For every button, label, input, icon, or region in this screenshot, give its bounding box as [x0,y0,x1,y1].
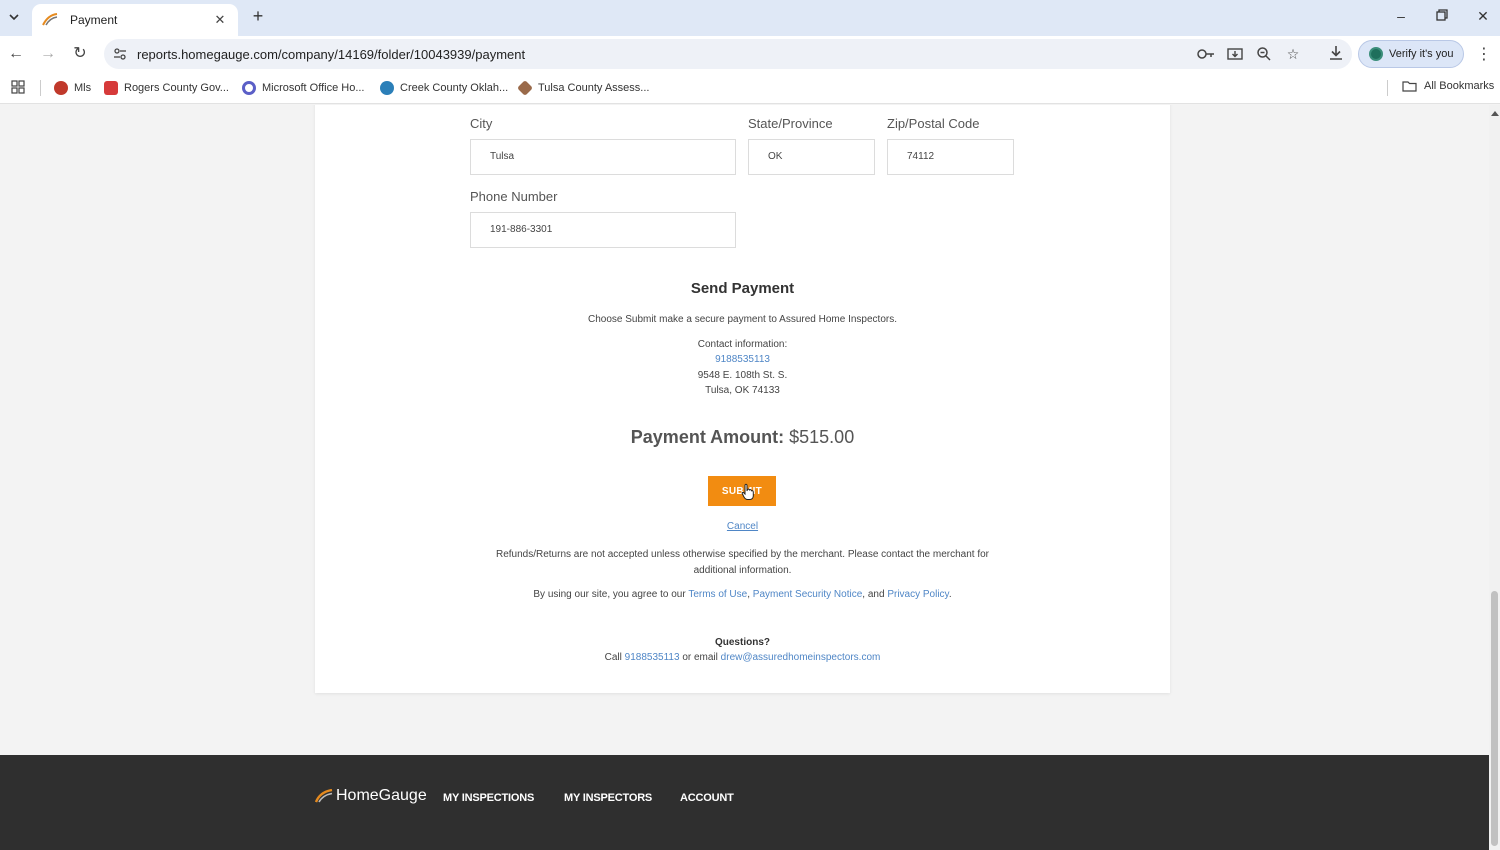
download-icon[interactable] [1327,44,1347,64]
minimize-icon[interactable]: – [1388,6,1414,26]
city-label: City [470,116,493,131]
bookmark-rogers-county[interactable]: Rogers County Gov... [104,80,229,96]
zoom-icon[interactable] [1255,45,1273,63]
creek-county-favicon-icon [380,81,394,95]
kebab-menu-icon[interactable]: ⋮ [1476,44,1492,64]
page-scrollbar[interactable] [1489,105,1500,850]
payment-amount-label: Payment Amount: [630,427,785,447]
bookmark-creek-county[interactable]: Creek County Oklah... [380,80,508,96]
folder-icon [1402,80,1417,92]
reload-icon[interactable]: ↻ [69,43,91,65]
phone-input[interactable]: 191-886-3301 [470,212,736,248]
verify-label: Verify it's you [1389,48,1454,60]
homegauge-logo[interactable]: HomeGauge [315,787,427,805]
all-bookmarks-button[interactable]: All Bookmarks [1402,80,1494,92]
payment-card: City Tulsa State/Province OK Zip/Postal … [315,105,1170,693]
apps-grid-icon[interactable] [11,80,27,96]
microsoft-office-favicon-icon [242,81,256,95]
cancel-link[interactable]: Cancel [315,521,1170,532]
hand-cursor-icon [741,483,754,500]
restore-icon[interactable] [1429,6,1455,26]
bookmarks-bar: Mls Rogers County Gov... Microsoft Offic… [0,72,1500,104]
zip-label: Zip/Postal Code [887,116,980,131]
send-payment-heading: Send Payment [690,280,795,297]
tab-payment[interactable]: Payment ✕ [32,4,238,36]
state-label: State/Province [748,116,833,131]
verify-profile-button[interactable]: Verify it's you [1358,40,1464,68]
tab-search-chevron-icon[interactable] [4,7,24,27]
homegauge-logo-icon [315,789,333,803]
tab-close-icon[interactable]: ✕ [212,12,228,28]
back-icon[interactable]: ← [5,43,27,65]
scroll-up-arrow-icon[interactable] [1491,111,1499,116]
rogers-county-favicon-icon [104,81,118,95]
bookmark-microsoft-office[interactable]: Microsoft Office Ho... [242,80,365,96]
address-bar[interactable]: reports.homegauge.com/company/14169/fold… [104,39,1352,69]
privacy-policy-link[interactable]: Privacy Policy [887,589,949,600]
logo-text: HomeGauge [336,787,427,804]
url-text[interactable]: reports.homegauge.com/company/14169/fold… [137,47,525,62]
terms-of-use-link[interactable]: Terms of Use [688,589,747,600]
site-footer: HomeGauge MY INSPECTIONS MY INSPECTORS A… [0,755,1489,850]
payment-amount: Payment Amount: $515.00 [315,427,1170,448]
mls-favicon-icon [54,81,68,95]
browser-toolbar: ← → ↻ reports.homegauge.com/company/1416… [0,36,1500,72]
questions-contact-line: Call 9188535113 or email drew@assuredhom… [604,652,881,663]
footer-nav-my-inspections[interactable]: MY INSPECTIONS [443,792,534,804]
payment-amount-value: $515.00 [789,427,855,447]
bookmark-mls[interactable]: Mls [54,80,91,96]
close-window-icon[interactable]: ✕ [1470,6,1496,26]
phone-label: Phone Number [470,189,558,204]
payment-description: Choose Submit make a secure payment to A… [587,314,898,325]
scroll-thumb[interactable] [1491,591,1498,846]
bookmark-star-icon[interactable]: ☆ [1284,45,1302,63]
tulsa-county-favicon-icon [517,80,533,96]
questions-phone-link[interactable]: 9188535113 [625,652,680,663]
city-input[interactable]: Tulsa [470,139,736,175]
page-viewport: City Tulsa State/Province OK Zip/Postal … [0,105,1489,850]
bookmark-tulsa-county[interactable]: Tulsa County Assess... [517,80,649,96]
install-app-icon[interactable] [1226,45,1244,63]
questions-heading: Questions? [714,637,770,648]
site-info-icon[interactable] [112,46,128,62]
tab-bar: Payment ✕ + – ✕ [0,0,1500,36]
password-key-icon[interactable] [1197,45,1215,63]
bookmarks-divider-right [1387,80,1388,96]
state-input[interactable]: OK [748,139,875,175]
new-tab-icon[interactable]: + [248,6,268,26]
bookmarks-divider [40,80,41,96]
profile-avatar-icon [1369,47,1383,61]
zip-input[interactable]: 74112 [887,139,1014,175]
tab-title: Payment [70,13,118,27]
questions-email-link[interactable]: drew@assuredhomeinspectors.com [721,652,881,663]
refund-policy-text: Refunds/Returns are not accepted unless … [495,549,990,576]
contact-address-line1: 9548 E. 108th St. S. [697,370,788,381]
terms-line: By using our site, you agree to our Term… [533,589,952,600]
payment-security-link[interactable]: Payment Security Notice [753,589,863,600]
contact-address-line2: Tulsa, OK 74133 [705,385,780,396]
contact-label: Contact information: [697,339,788,350]
footer-nav-my-inspectors[interactable]: MY INSPECTORS [564,792,652,804]
contact-phone-link[interactable]: 9188535113 [315,354,1170,365]
homegauge-favicon-icon [42,12,58,28]
footer-nav-account[interactable]: ACCOUNT [680,792,734,804]
forward-icon[interactable]: → [37,43,59,65]
